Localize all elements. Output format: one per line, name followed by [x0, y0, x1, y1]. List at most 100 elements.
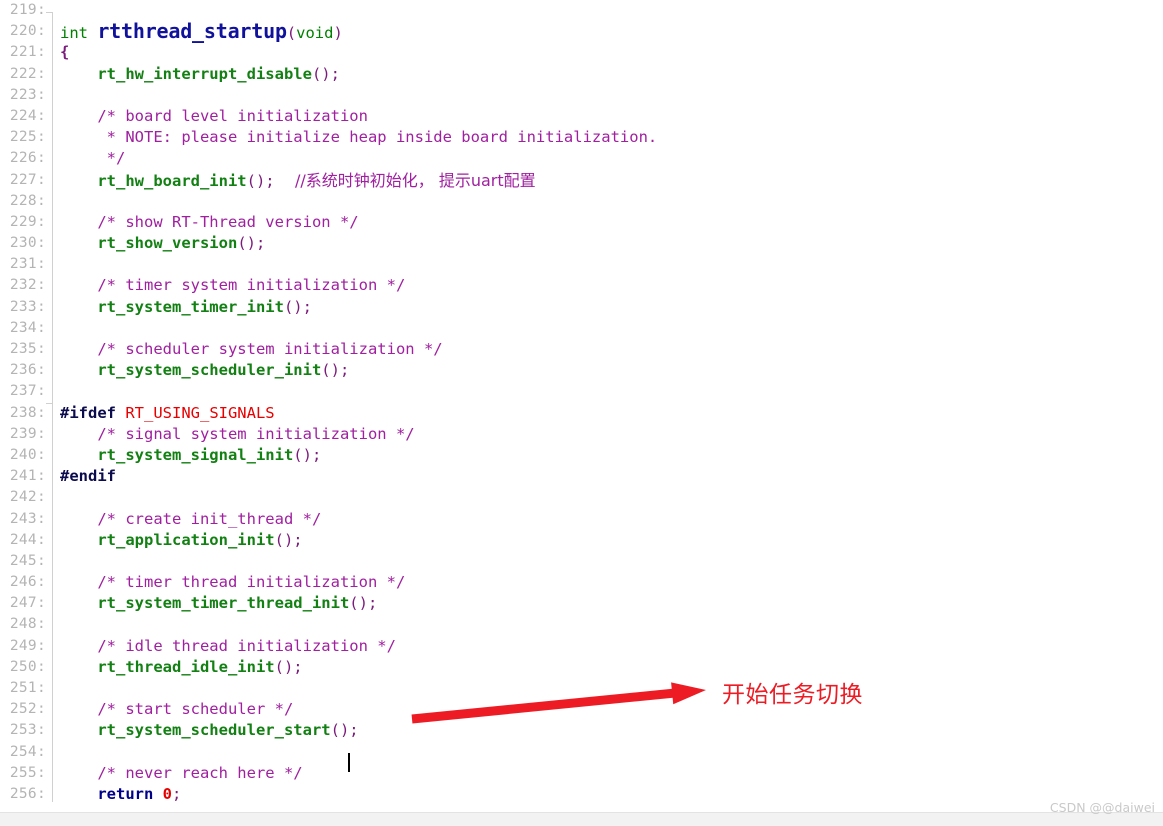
code-line[interactable]: 240: rt_system_signal_init();: [0, 445, 1163, 466]
code-line[interactable]: 250: rt_thread_idle_init();: [0, 657, 1163, 678]
line-number: 240:: [9, 446, 46, 463]
code-line[interactable]: 227: rt_hw_board_init(); //系统时钟初始化， 提示ua…: [0, 170, 1163, 191]
code-line[interactable]: 248:: [0, 614, 1163, 635]
line-number: 248:: [9, 616, 46, 633]
code-line[interactable]: 254:: [0, 742, 1163, 763]
code-line[interactable]: 228:: [0, 191, 1163, 212]
code-line-content: * NOTE: please initialize heap inside bo…: [46, 127, 658, 148]
code-line[interactable]: 230: rt_show_version();: [0, 233, 1163, 254]
code-line[interactable]: 245:: [0, 551, 1163, 572]
watermark-label: CSDN @@daiwei: [1049, 800, 1155, 815]
code-line[interactable]: 241: #endif: [0, 466, 1163, 487]
code-line-content: rt_system_timer_init();: [46, 297, 312, 318]
code-line[interactable]: 252: /* start scheduler */: [0, 699, 1163, 720]
code-line[interactable]: 246: /* timer thread initialization */: [0, 572, 1163, 593]
code-line[interactable]: 253: rt_system_scheduler_start();: [0, 720, 1163, 741]
code-token: ();: [274, 530, 303, 549]
code-token: rt_thread_idle_init: [60, 657, 275, 676]
code-line-content: rt_system_scheduler_start();: [46, 720, 359, 741]
line-number: 219:: [9, 2, 46, 18]
line-number: 226:: [9, 150, 46, 167]
code-token: int: [60, 24, 98, 43]
code-line-content: #ifdef RT_USING_SIGNALS: [46, 403, 275, 424]
line-number: 243:: [9, 510, 46, 527]
code-token: ();: [330, 721, 359, 740]
code-line[interactable]: 237:: [0, 381, 1163, 402]
code-line-content: rt_system_timer_thread_init();: [46, 593, 377, 614]
code-token: ;: [172, 784, 182, 803]
code-line[interactable]: 249: /* idle thread initialization */: [0, 636, 1163, 657]
code-token: RT_USING_SIGNALS: [125, 403, 275, 422]
code-line-content: rt_hw_interrupt_disable();: [46, 64, 340, 85]
code-token: rt_system_scheduler_init: [60, 361, 322, 380]
line-number: 238:: [9, 404, 46, 421]
code-lines: 219: 220: int rtthread_startup(void) 221:{2…: [0, 0, 1163, 805]
code-line-content: /* board level initialization: [46, 106, 368, 127]
code-token: ();: [283, 297, 312, 316]
code-token: #endif: [60, 467, 116, 486]
code-line[interactable]: 221: {: [0, 42, 1163, 63]
code-line-content: /* timer thread initialization */: [46, 572, 405, 593]
code-line[interactable]: 256: return 0;: [0, 784, 1163, 805]
line-number: 244:: [9, 531, 46, 548]
code-line[interactable]: 224: /* board level initialization: [0, 106, 1163, 127]
line-number: 241:: [9, 468, 46, 485]
code-token: (: [286, 24, 297, 43]
code-line-content: rt_application_init();: [46, 530, 303, 551]
code-line[interactable]: 243: /* create init_thread */: [0, 509, 1163, 530]
code-token: ();: [321, 361, 350, 380]
code-line[interactable]: 232: /* timer system initialization */: [0, 275, 1163, 296]
code-line-content: rt_thread_idle_init();: [46, 657, 302, 678]
line-number: 230:: [9, 235, 46, 252]
code-line[interactable]: 235: /* scheduler system initialization …: [0, 339, 1163, 360]
line-number: 253:: [9, 722, 46, 739]
code-lines-container[interactable]: 219: 220: int rtthread_startup(void) 221:{2…: [0, 0, 1163, 812]
code-line[interactable]: 247: rt_system_timer_thread_init();: [0, 593, 1163, 614]
code-token: rt_system_signal_init: [60, 445, 294, 464]
code-token: ): [333, 24, 343, 43]
code-line[interactable]: 251:: [0, 678, 1163, 699]
line-number: 233:: [9, 298, 46, 315]
code-line[interactable]: 233: rt_system_timer_init();: [0, 297, 1163, 318]
code-line[interactable]: 222: rt_hw_interrupt_disable();: [0, 64, 1163, 85]
code-line[interactable]: 231:: [0, 254, 1163, 275]
code-token: /* signal system initialization */: [60, 424, 415, 443]
line-number: 231:: [9, 256, 46, 273]
code-token: /* show RT-Thread version */: [60, 212, 359, 231]
code-line[interactable]: 244: rt_application_init();: [0, 530, 1163, 551]
code-token: /* create init_thread */: [60, 509, 322, 528]
line-number: 228:: [9, 192, 46, 209]
code-token: //系统时钟初始化， 提示uart配置: [274, 170, 536, 190]
code-token: /* timer thread initialization */: [60, 573, 406, 592]
code-line[interactable]: 223:: [0, 85, 1163, 106]
code-token: */: [60, 149, 126, 168]
code-line[interactable]: 219:: [0, 0, 1163, 21]
line-number: 234:: [9, 319, 46, 336]
line-number: 235:: [9, 341, 46, 357]
code-token: rt_hw_interrupt_disable: [60, 64, 312, 83]
code-token: * NOTE: please initialize heap inside bo…: [60, 128, 658, 147]
code-line[interactable]: 238: #ifdef RT_USING_SIGNALS: [0, 403, 1163, 424]
code-line[interactable]: 236: rt_system_scheduler_init();: [0, 360, 1163, 381]
code-token: rt_show_version: [60, 234, 238, 253]
code-line[interactable]: 234:: [0, 318, 1163, 339]
code-line-content: /* show RT-Thread version */: [46, 212, 359, 233]
code-line-content: /* start scheduler */: [46, 699, 293, 720]
code-line-content: /* timer system initialization */: [46, 275, 405, 296]
code-line[interactable]: 239: /* signal system initialization */: [0, 424, 1163, 445]
code-token: /* never reach here */: [60, 763, 303, 782]
code-line-content: /* idle thread initialization */: [46, 636, 396, 657]
line-number: 242:: [9, 489, 46, 506]
code-line[interactable]: 229: /* show RT-Thread version */: [0, 212, 1163, 233]
line-number: 220:: [9, 23, 46, 40]
code-token: /* start scheduler */: [60, 700, 294, 719]
line-number: 237:: [9, 383, 46, 400]
code-line-content: rt_hw_board_init(); //系统时钟初始化， 提示uart配置: [46, 170, 536, 192]
code-line[interactable]: 220: int rtthread_startup(void): [0, 21, 1163, 43]
code-line[interactable]: 242:: [0, 487, 1163, 508]
code-line[interactable]: 226: */: [0, 148, 1163, 169]
code-line[interactable]: 225: * NOTE: please initialize heap insi…: [0, 127, 1163, 148]
code-editor[interactable]: 219: 220: int rtthread_startup(void) 221:{2…: [0, 0, 1163, 826]
code-line[interactable]: 255: /* never reach here */: [0, 763, 1163, 784]
code-line-content: /* signal system initialization */: [46, 424, 415, 445]
